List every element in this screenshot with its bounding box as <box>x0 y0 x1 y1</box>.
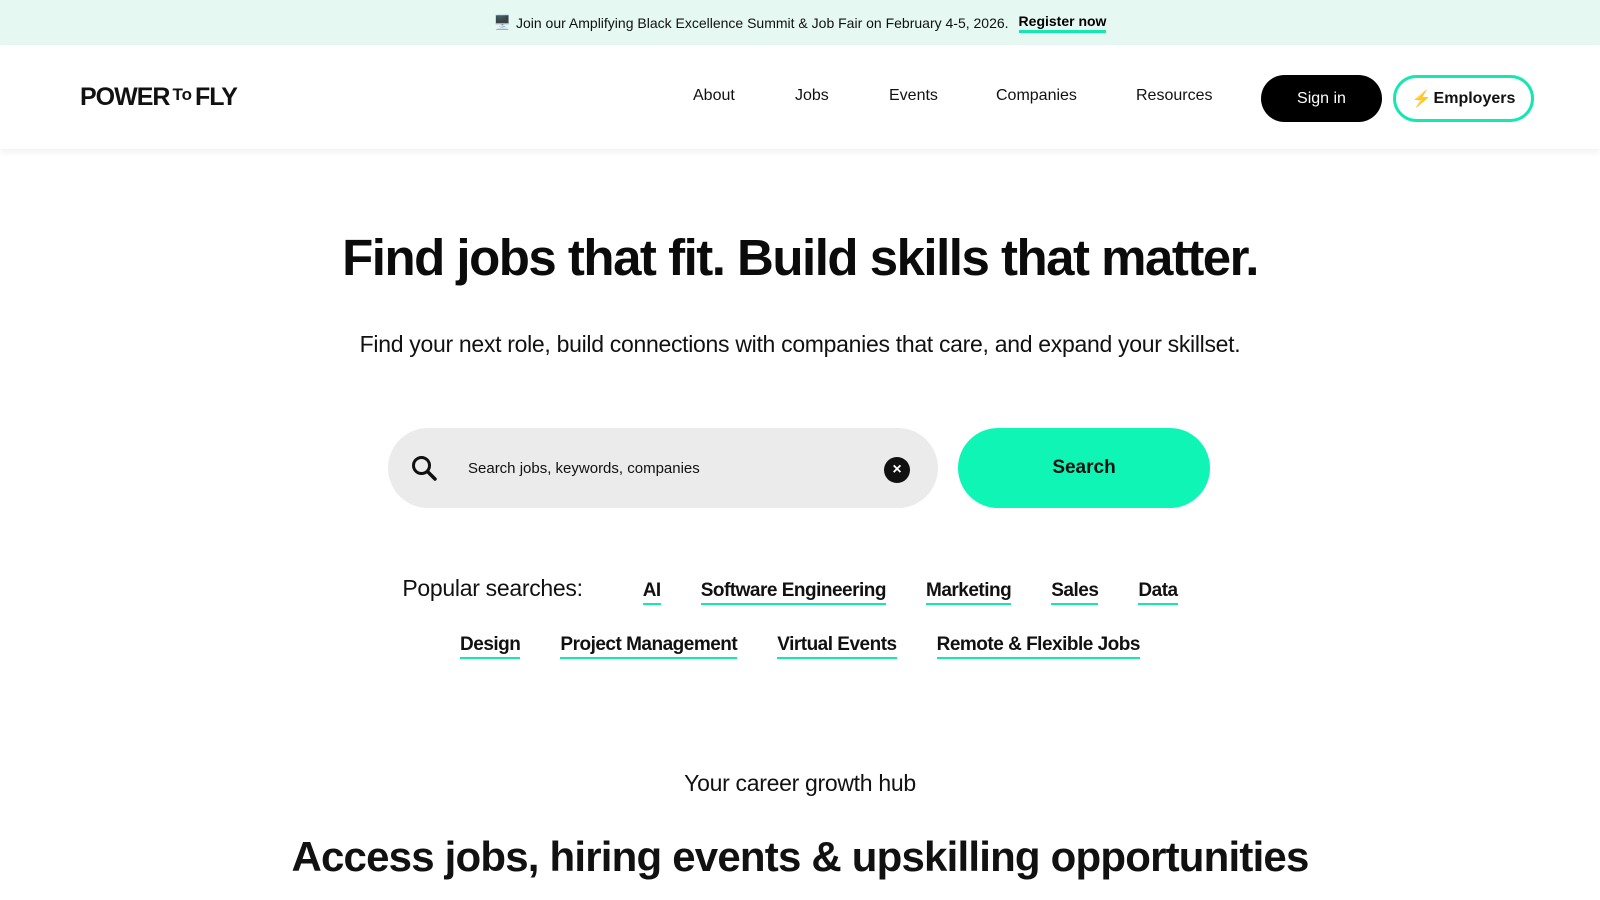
logo-text-power: POWER <box>80 83 170 111</box>
powertofly-logo[interactable]: POWER To FLY <box>80 83 238 112</box>
popular-search-virtual-events[interactable]: Virtual Events <box>777 634 897 659</box>
popular-search-data[interactable]: Data <box>1138 580 1178 605</box>
section-eyebrow: Your career growth hub <box>684 770 916 796</box>
search-bar: × <box>388 428 938 508</box>
monitor-icon: 🖥️ <box>493 14 511 30</box>
nav-jobs[interactable]: Jobs <box>795 87 829 105</box>
site-header: POWER To FLY About Jobs Events Companies… <box>0 45 1600 149</box>
popular-search-software-engineering[interactable]: Software Engineering <box>700 580 887 605</box>
lightning-bolt-icon: ⚡ <box>1411 90 1432 108</box>
popular-search-sales[interactable]: Sales <box>1051 580 1099 605</box>
logo-text-fly: FLY <box>194 83 238 111</box>
hero-subtitle: Find your next role, build connections w… <box>359 331 1241 357</box>
nav-about[interactable]: About <box>693 87 735 105</box>
popular-search-design[interactable]: Design <box>460 634 521 659</box>
nav-events[interactable]: Events <box>889 87 938 105</box>
logo-text-to: To <box>172 85 192 104</box>
nav-resources[interactable]: Resources <box>1136 87 1212 105</box>
popular-searches-row-1: Popular searches: AI Software Engineerin… <box>0 575 1600 605</box>
popular-search-ai[interactable]: AI <box>642 580 661 605</box>
popular-searches-row-2: Design Project Management Virtual Events… <box>0 634 1600 659</box>
section-title: Access jobs, hiring events & upskilling … <box>291 833 1309 880</box>
search-icon <box>412 456 437 481</box>
employers-label: Employers <box>1433 89 1516 107</box>
popular-search-remote-flexible-jobs[interactable]: Remote & Flexible Jobs <box>936 634 1140 659</box>
nav-companies[interactable]: Companies <box>996 87 1077 105</box>
popular-search-project-management[interactable]: Project Management <box>560 634 738 659</box>
popular-searches-label: Popular searches: <box>402 575 583 601</box>
announcement-banner: 🖥️ Join our Amplifying Black Excellence … <box>0 0 1600 45</box>
clear-search-icon[interactable]: × <box>884 457 910 483</box>
sign-in-button[interactable]: Sign in <box>1261 75 1382 122</box>
popular-search-marketing[interactable]: Marketing <box>926 580 1012 605</box>
search-input[interactable] <box>468 450 868 486</box>
banner-text: Join our Amplifying Black Excellence Sum… <box>515 14 1009 31</box>
search-button[interactable]: Search <box>958 428 1210 508</box>
register-now-link[interactable]: Register now <box>1018 13 1107 33</box>
hero-title: Find jobs that fit. Build skills that ma… <box>342 229 1259 286</box>
employers-button[interactable]: ⚡ Employers <box>1393 75 1534 122</box>
